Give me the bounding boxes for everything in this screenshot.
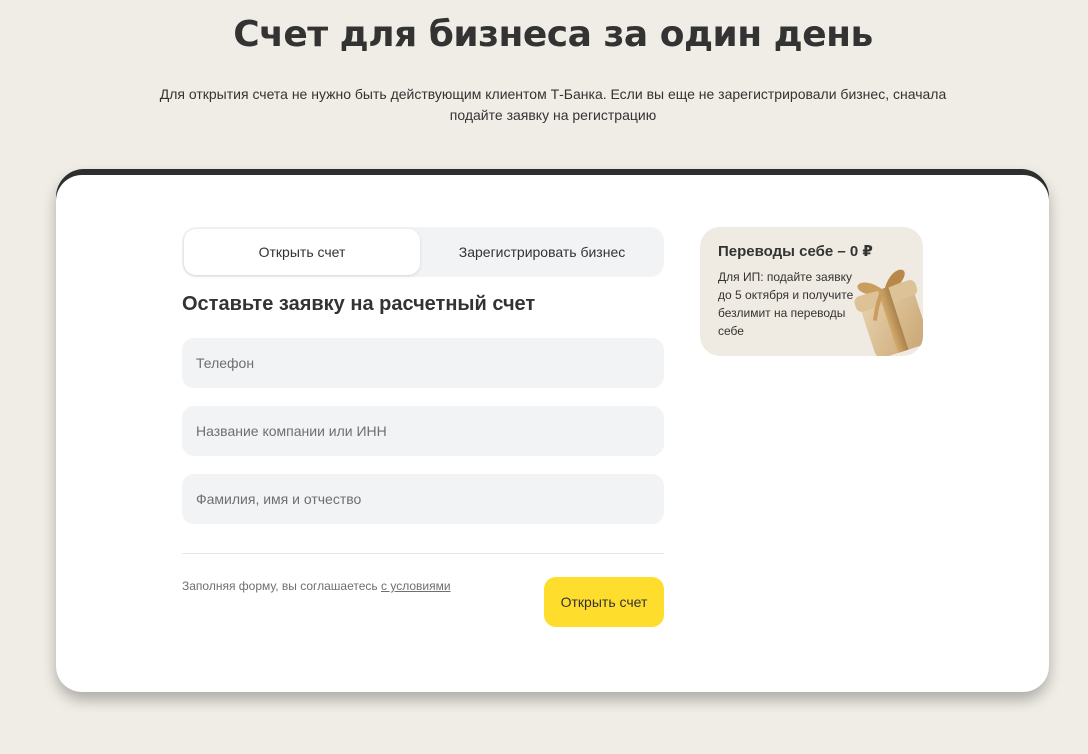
page-subtitle: Для открытия счета не нужно быть действу… bbox=[159, 86, 947, 123]
terms-link[interactable]: с условиями bbox=[381, 579, 451, 593]
company-field[interactable] bbox=[182, 406, 664, 456]
tab-open-account[interactable]: Открыть счет bbox=[184, 229, 420, 275]
promo-card[interactable]: Переводы себе – 0 ₽ Для ИП: подайте заяв… bbox=[700, 227, 923, 356]
terms-notice: Заполняя форму, вы соглашаетесь с услови… bbox=[182, 579, 451, 593]
tab-switcher: Открыть счет Зарегистрировать бизнес bbox=[182, 227, 664, 277]
promo-title: Переводы себе – 0 ₽ bbox=[718, 243, 873, 260]
gift-box-icon bbox=[854, 269, 923, 356]
open-account-button[interactable]: Открыть счет bbox=[544, 577, 664, 627]
page-title: Счет для бизнеса за один день bbox=[233, 14, 873, 55]
promo-text: Для ИП: подайте заявку до 5 октября и по… bbox=[718, 270, 854, 338]
phone-field[interactable] bbox=[182, 338, 664, 388]
terms-text: Заполняя форму, вы соглашаетесь bbox=[182, 579, 381, 593]
tab-register-business[interactable]: Зарегистрировать бизнес bbox=[422, 229, 662, 275]
application-card: Открыть счет Зарегистрировать бизнес Ост… bbox=[56, 175, 1049, 692]
form-divider bbox=[182, 553, 664, 554]
form-title: Оставьте заявку на расчетный счет bbox=[182, 293, 536, 315]
full-name-field[interactable] bbox=[182, 474, 664, 524]
